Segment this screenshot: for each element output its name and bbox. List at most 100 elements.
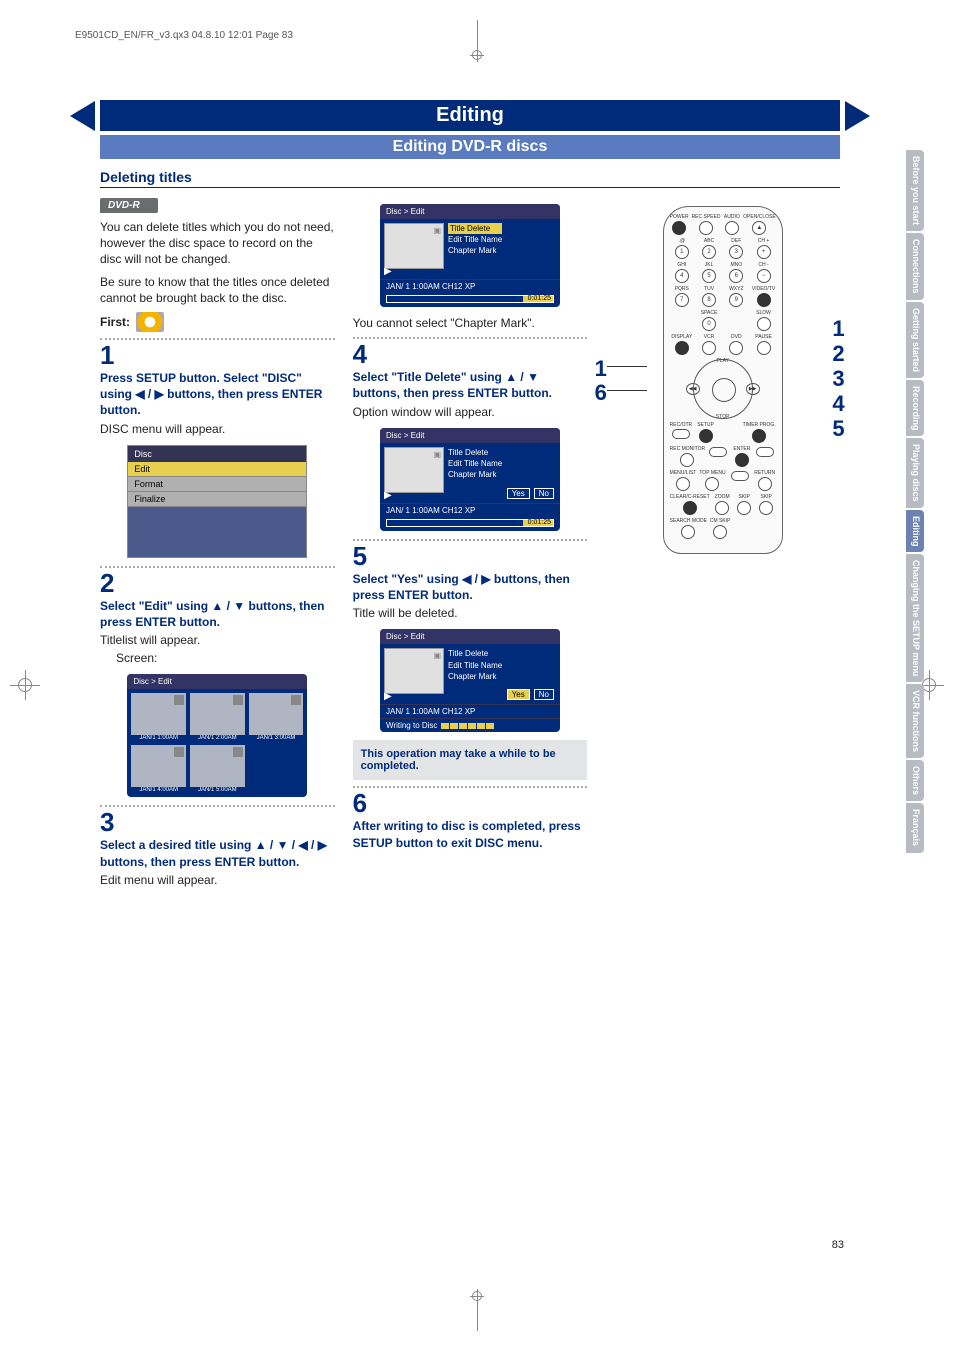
tab-francais[interactable]: Français <box>906 803 924 852</box>
remote-lbl: DEF <box>731 239 741 244</box>
tab-connections[interactable]: Connections <box>906 233 924 300</box>
edit-item-chapter-mark: Chapter Mark <box>448 469 502 480</box>
titlelist-cell-label: JAN/1 1:00AM <box>131 735 186 741</box>
screen-breadcrumb: Disc > Edit <box>380 629 560 644</box>
play-icon: ▶ <box>384 691 392 702</box>
first-label: First: <box>100 315 130 329</box>
edit-item-title-delete: Title Delete <box>448 447 502 458</box>
titlelist-cell-label: JAN/1 5:00AM <box>190 787 245 793</box>
tab-recording[interactable]: Recording <box>906 380 924 437</box>
remote-lbl: .@ <box>679 239 685 244</box>
titlelist-cell-label: JAN/1 2:00AM <box>190 735 245 741</box>
disc-menu-edit: Edit <box>128 462 306 477</box>
screen-breadcrumb: Disc > Edit <box>380 428 560 443</box>
remote-lbl: GHI <box>677 263 686 268</box>
edit-menu-screen: Disc > Edit ▣ Title Delete Edit Title Na… <box>380 204 560 307</box>
callout-right-3: 3 <box>832 366 844 392</box>
disc-menu-finalize: Finalize <box>128 492 306 507</box>
elapsed-time: 0:01:25 <box>528 295 551 302</box>
tab-others[interactable]: Others <box>906 760 924 801</box>
titlelist-cell-label: JAN/1 4:00AM <box>131 787 186 793</box>
remote-lbl-pause: PAUSE <box>755 335 772 340</box>
step-separator <box>353 337 588 339</box>
intro-text-1: You can delete titles which you do not n… <box>100 219 335 268</box>
remote-btn-4: 4 <box>675 269 689 283</box>
step-number-6: 6 <box>353 790 588 816</box>
screen-footer: JAN/ 1 1:00AM CH12 XP <box>386 282 475 291</box>
doc-header-line: E9501CD_EN/FR_v3.qx3 04.8.10 12:01 Page … <box>75 30 293 41</box>
remote-btn-0: 0 <box>702 317 716 331</box>
edit-item-title-delete: Title Delete <box>448 223 502 234</box>
remote-lbl-menulist: MENU/LIST <box>670 471 697 476</box>
step-5-instruction: Select "Yes" using ◀ / ▶ buttons, then p… <box>353 571 588 603</box>
step-3-body: Edit menu will appear. <box>100 872 335 888</box>
callout-right-5: 5 <box>832 416 844 442</box>
remote-btn-power: POWER <box>670 215 689 220</box>
step-number-3: 3 <box>100 809 335 835</box>
remote-lbl-recotr: REC/OTR <box>670 423 693 428</box>
page-number: 83 <box>832 1239 844 1251</box>
callout-right-2: 2 <box>832 341 844 367</box>
yes-option: Yes <box>507 488 530 499</box>
remote-btn-audio: AUDIO <box>724 215 740 220</box>
remote-ring-stop: STOP <box>716 414 730 420</box>
callout-line <box>607 366 647 367</box>
remote-lbl-vcr: VCR <box>704 335 715 340</box>
registration-mark-top <box>470 48 484 62</box>
remote-lbl: TUV <box>704 287 714 292</box>
edit-item-chapter-mark: Chapter Mark <box>448 671 502 682</box>
step-separator <box>353 539 588 541</box>
remote-lbl: WXYZ <box>729 287 743 292</box>
tab-before-you-start[interactable]: Before you start <box>906 150 924 231</box>
remote-lbl-chdn: CH - <box>758 263 768 268</box>
remote-lbl: JKL <box>705 263 714 268</box>
remote-btn-8: 8 <box>702 293 716 307</box>
step-number-2: 2 <box>100 570 335 596</box>
tab-vcr-functions[interactable]: VCR functions <box>906 684 924 758</box>
intro-text-2: Be sure to know that the titles once del… <box>100 274 335 306</box>
step-3-instruction: Select a desired title using ▲ / ▼ / ◀ /… <box>100 837 335 869</box>
remote-lbl-videotv: VIDEO/TV <box>752 287 775 292</box>
remote-lbl: ABC <box>704 239 714 244</box>
remote-lbl-space: SPACE <box>701 311 718 316</box>
tab-getting-started[interactable]: Getting started <box>906 302 924 378</box>
confirm-screen: Disc > Edit ▣ Title Delete Edit Title Na… <box>380 428 560 531</box>
remote-lbl-searchmode: SEARCH MODE <box>670 519 707 524</box>
edit-item-chapter-mark: Chapter Mark <box>448 245 502 256</box>
edit-item-edit-title-name: Edit Title Name <box>448 234 502 245</box>
remote-nav-ring: PLAY STOP ◀◀ ▶▶ <box>693 359 753 419</box>
remote-btn-down <box>731 471 749 481</box>
title-thumbnail: ▣ <box>384 223 444 269</box>
tab-changing-setup[interactable]: Changing the SETUP menu <box>906 554 924 682</box>
step-separator <box>100 566 335 568</box>
remote-lbl-clear: CLEAR/C-RESET <box>670 495 710 500</box>
step-separator <box>100 338 335 340</box>
edit-item-edit-title-name: Edit Title Name <box>448 660 502 671</box>
no-option: No <box>534 488 554 499</box>
play-icon: ▶ <box>384 490 392 501</box>
tab-playing-discs[interactable]: Playing discs <box>906 438 924 508</box>
progress-bar: 0:01:25 <box>386 519 554 527</box>
callout-right-4: 4 <box>832 391 844 417</box>
callout-line <box>607 390 647 391</box>
writing-label: Writing to Disc <box>386 721 437 730</box>
titlelist-screen: Disc > Edit JAN/1 1:00AM JAN/1 2:00AM JA… <box>127 674 307 797</box>
step-2-body: Titlelist will appear. <box>100 632 335 648</box>
step-1-body: DISC menu will appear. <box>100 421 335 437</box>
remote-lbl-enter: ENTER <box>733 447 750 452</box>
elapsed-time: 0:01:25 <box>528 519 551 526</box>
step-3-note: You cannot select "Chapter Mark". <box>353 315 588 331</box>
disc-menu-format: Format <box>128 477 306 492</box>
remote-lbl-slow: SLOW <box>756 311 771 316</box>
remote-lbl-dvd: DVD <box>731 335 742 340</box>
edit-item-edit-title-name: Edit Title Name <box>448 458 502 469</box>
tab-editing[interactable]: Editing <box>906 510 924 553</box>
remote-btn-6: 6 <box>729 269 743 283</box>
step-5-body: Title will be deleted. <box>353 605 588 621</box>
step-1-instruction: Press SETUP button. Select "DISC" using … <box>100 370 335 419</box>
remote-lbl-skipfwd: SKIP <box>760 495 771 500</box>
writing-progress-blocks <box>441 723 494 729</box>
step-number-1: 1 <box>100 342 335 368</box>
note-box: This operation may take a while to be co… <box>353 740 588 780</box>
remote-btn-1: 1 <box>675 245 689 259</box>
